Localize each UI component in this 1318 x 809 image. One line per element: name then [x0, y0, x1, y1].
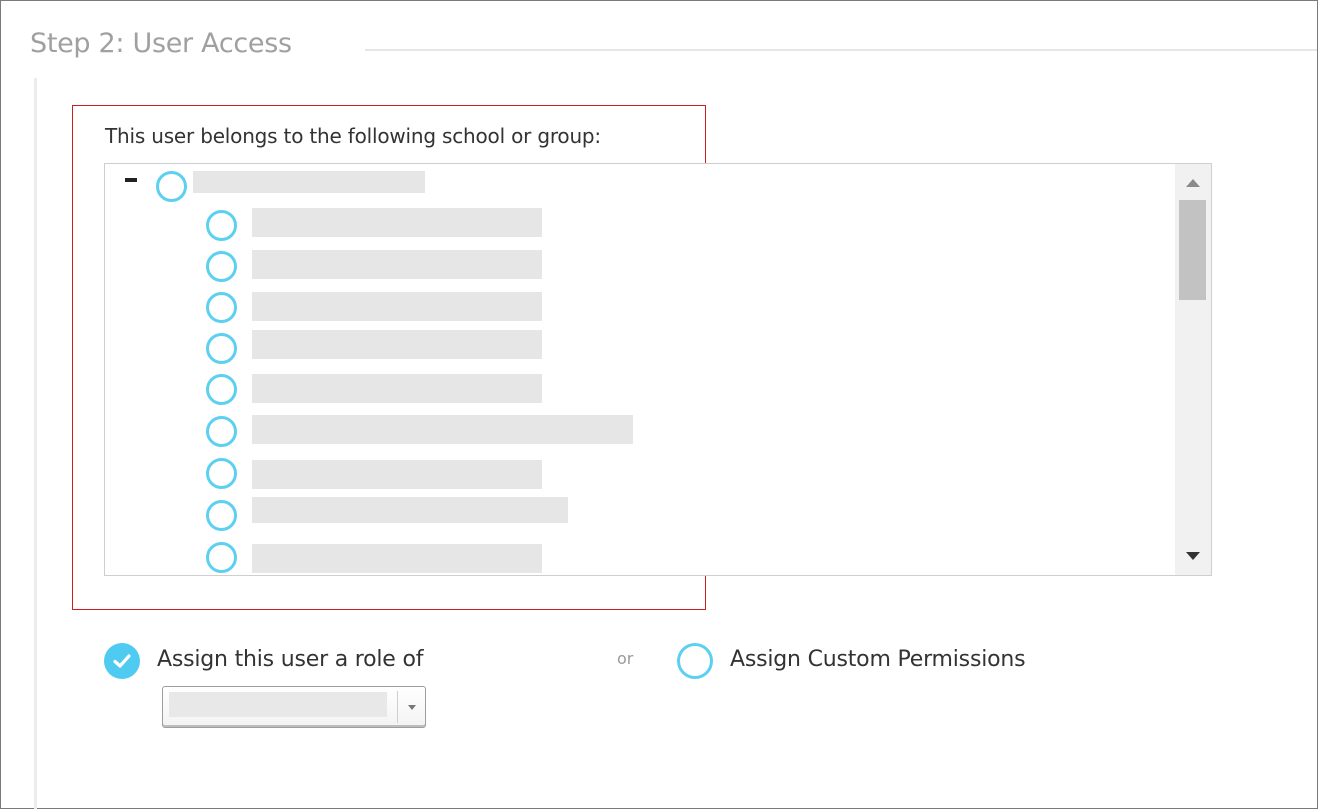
tree-node-label[interactable]: [252, 330, 542, 359]
tree-node-radio[interactable]: [206, 542, 237, 573]
role-option-radio[interactable]: [104, 643, 140, 679]
tree-node-label[interactable]: [252, 415, 633, 444]
tree-root-radio[interactable]: [156, 171, 187, 202]
tree-node-label[interactable]: [252, 544, 542, 573]
role-select-value: [169, 692, 387, 717]
section-left-rule: [34, 78, 37, 809]
tree-node-label[interactable]: [252, 497, 568, 523]
tree-node-radio[interactable]: [206, 416, 237, 447]
tree-scrollbar[interactable]: [1175, 164, 1211, 575]
group-selector-label: This user belongs to the following schoo…: [105, 124, 601, 148]
checkmark-icon: [113, 654, 131, 668]
tree-node-label[interactable]: [252, 374, 542, 403]
tree-node-radio[interactable]: [206, 333, 237, 364]
triangle-up-icon[interactable]: [1186, 179, 1200, 187]
custom-permissions-radio[interactable]: [677, 643, 713, 679]
tree-node-radio[interactable]: [206, 251, 237, 282]
section-divider: [365, 49, 1317, 51]
custom-permissions-label[interactable]: Assign Custom Permissions: [730, 647, 1026, 672]
section-title: Step 2: User Access: [30, 28, 292, 59]
minus-icon[interactable]: [125, 178, 137, 182]
scrollbar-thumb[interactable]: [1179, 200, 1206, 300]
role-option-label[interactable]: Assign this user a role of: [157, 647, 423, 672]
tree-node-label[interactable]: [252, 460, 542, 489]
tree-root-label[interactable]: [193, 171, 425, 193]
group-tree[interactable]: [104, 163, 1212, 576]
triangle-down-icon[interactable]: [1186, 552, 1200, 560]
tree-node-radio[interactable]: [206, 210, 237, 241]
or-separator: or: [617, 649, 634, 668]
caret-down-icon: [408, 705, 416, 710]
tree-node-label[interactable]: [252, 208, 542, 237]
tree-node-radio[interactable]: [206, 500, 237, 531]
tree-node-label[interactable]: [252, 292, 542, 321]
tree-node-label[interactable]: [252, 250, 542, 279]
role-select-divider: [397, 691, 398, 723]
tree-node-radio[interactable]: [206, 458, 237, 489]
tree-node-radio[interactable]: [206, 292, 237, 323]
role-select[interactable]: [162, 686, 426, 728]
tree-node-radio[interactable]: [206, 374, 237, 405]
